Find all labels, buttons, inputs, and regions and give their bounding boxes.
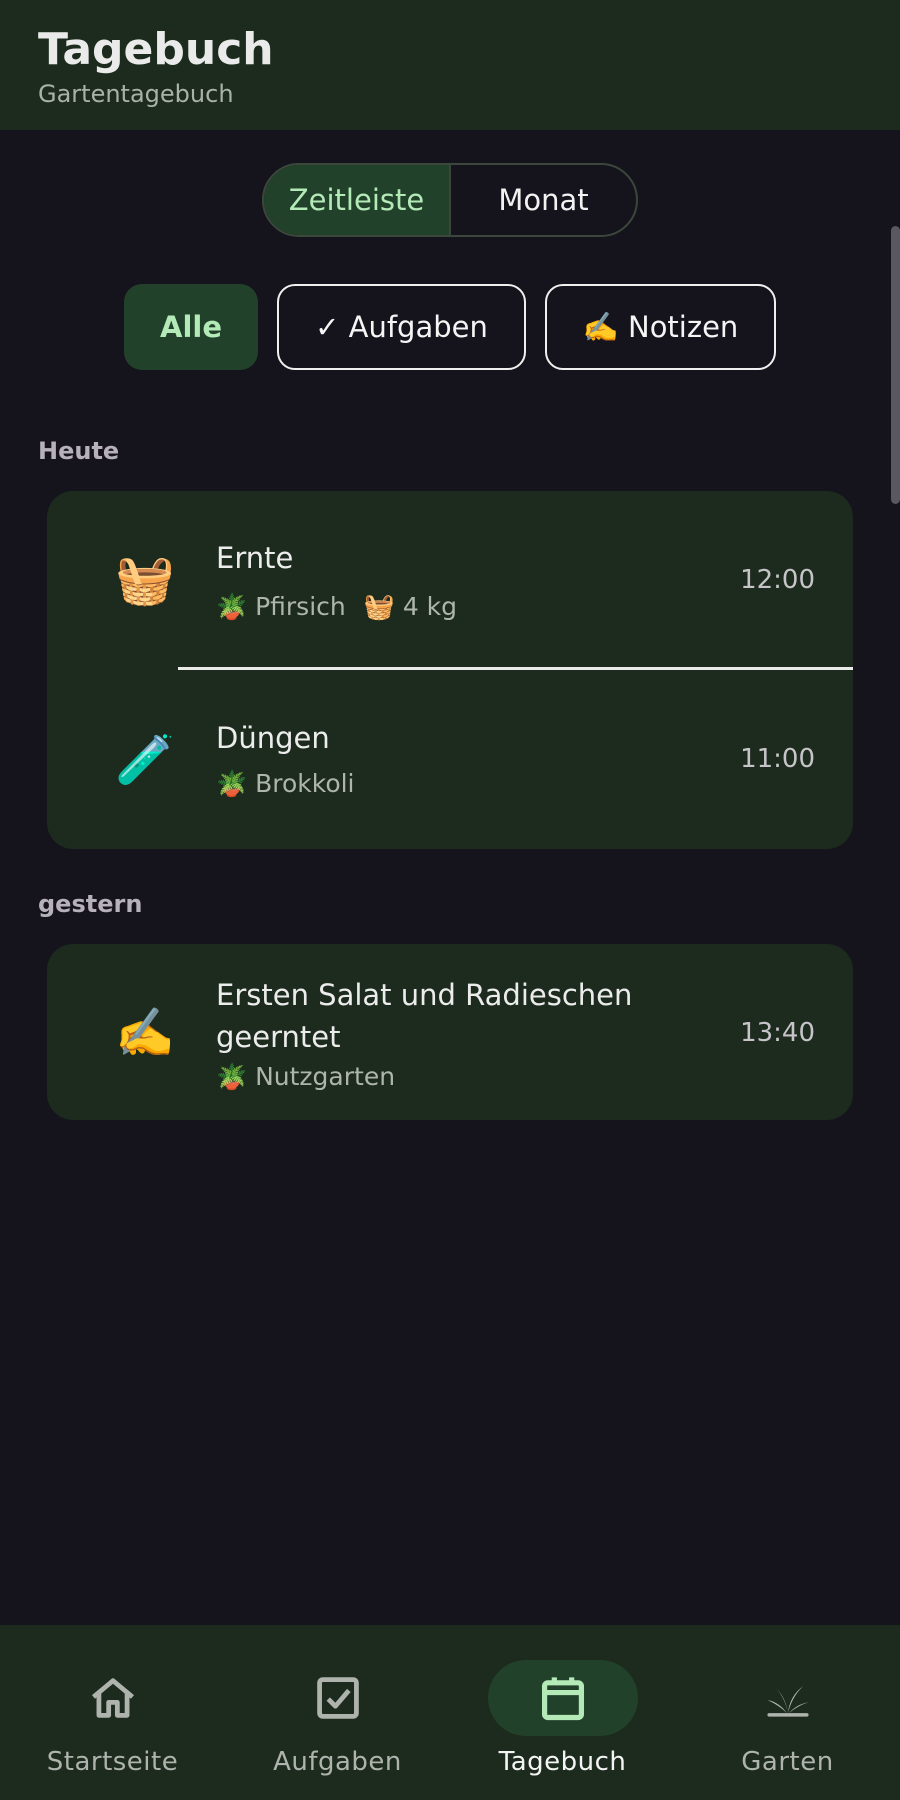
- checkbox-icon: [317, 1677, 359, 1719]
- plant-icon: [767, 1686, 809, 1717]
- page-title: Tagebuch: [38, 24, 274, 75]
- nav-label: Tagebuch: [498, 1747, 627, 1777]
- bottom-navigation: Startseite Aufgaben Tagebuch Garten: [0, 1625, 900, 1800]
- nav-label: Garten: [741, 1747, 834, 1777]
- entry-time: 12:00: [740, 565, 815, 595]
- entry-harvest-amount: 🧺 4 kg: [363, 592, 458, 621]
- scrollbar[interactable]: [891, 226, 900, 504]
- entry-title: Ersten Salat und Radieschen geerntet: [216, 974, 632, 1058]
- nav-label: Startseite: [46, 1747, 179, 1777]
- section-label-yesterday: gestern: [38, 890, 143, 918]
- entry-card-yesterday: ✍️ Ersten Salat und Radieschen geerntet …: [47, 944, 853, 1120]
- app-bar: Tagebuch Gartentagebuch: [0, 0, 900, 130]
- nav-item-home[interactable]: Startseite: [0, 1625, 225, 1800]
- nav-item-journal[interactable]: Tagebuch: [450, 1625, 675, 1800]
- nav-item-garden[interactable]: Garten: [675, 1625, 900, 1800]
- view-toggle: Zeitleiste Monat: [262, 163, 638, 237]
- entry-time: 13:40: [740, 1018, 815, 1048]
- filter-chips: Alle ✓ Aufgaben ✍️ Notizen: [0, 284, 900, 370]
- filter-chip-tasks[interactable]: ✓ Aufgaben: [277, 284, 526, 370]
- calendar-icon: [541, 1677, 585, 1721]
- page-subtitle: Gartentagebuch: [38, 80, 234, 108]
- entry-plant: 🪴 Brokkoli: [216, 769, 355, 798]
- divider: [178, 667, 853, 670]
- entry-plant: 🪴 Nutzgarten: [216, 1062, 396, 1091]
- nav-label: Aufgaben: [273, 1747, 402, 1777]
- filter-chip-notes[interactable]: ✍️ Notizen: [545, 284, 776, 370]
- toggle-month[interactable]: Monat: [451, 165, 636, 235]
- entry-title-line: geerntet: [216, 1020, 341, 1054]
- entry-card-today: 🧺 Ernte 🪴 Pfirsich 🧺 4 kg 12:00 🧪 Düngen …: [47, 491, 853, 849]
- list-item[interactable]: 🧪 Düngen 🪴 Brokkoli 11:00: [47, 671, 853, 849]
- entry-title: Düngen: [216, 721, 330, 755]
- entry-title-line: Ersten Salat und Radieschen: [216, 978, 633, 1012]
- nav-item-tasks[interactable]: Aufgaben: [225, 1625, 450, 1800]
- writing-hand-icon: ✍️: [115, 1004, 175, 1061]
- entry-title: Ernte: [216, 541, 294, 575]
- basket-icon: 🧺: [115, 551, 175, 608]
- entry-meta: 🪴 Pfirsich 🧺 4 kg: [216, 590, 457, 624]
- toggle-timeline[interactable]: Zeitleiste: [264, 165, 451, 235]
- entry-time: 11:00: [740, 744, 815, 774]
- entry-plant: 🪴 Pfirsich: [216, 592, 346, 621]
- home-icon: [91, 1678, 135, 1718]
- list-item[interactable]: ✍️ Ersten Salat und Radieschen geerntet …: [47, 944, 853, 1120]
- list-item[interactable]: 🧺 Ernte 🪴 Pfirsich 🧺 4 kg 12:00: [47, 491, 853, 669]
- section-label-today: Heute: [38, 437, 120, 465]
- test-tube-icon: 🧪: [115, 731, 175, 788]
- filter-chip-all[interactable]: Alle: [124, 284, 258, 370]
